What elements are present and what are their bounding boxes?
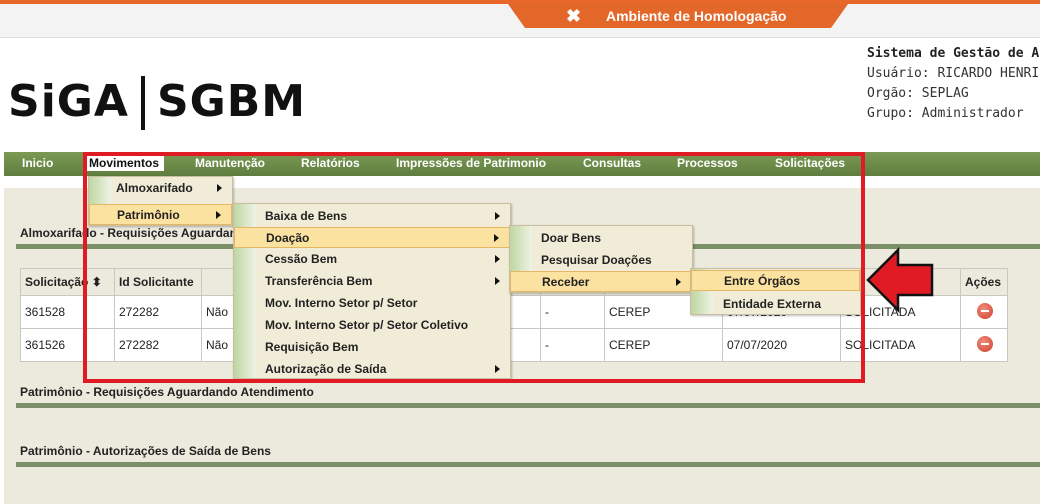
col-solicitacao[interactable]: Solicitação ⬍ — [20, 268, 115, 296]
dropdown-doacao: Doar Bens Pesquisar Doações Receber — [509, 225, 693, 293]
col-id-solicitante: Id Solicitante — [114, 268, 202, 296]
menu-item-pesquisar-doacoes[interactable]: Pesquisar Doações — [510, 249, 692, 270]
menu-processos[interactable]: Processos — [677, 156, 738, 170]
chevron-right-icon — [495, 276, 500, 285]
chevron-right-icon — [495, 211, 500, 220]
menu-item-patrimonio[interactable]: Patrimônio — [89, 204, 232, 225]
cell-flag: Não — [201, 328, 236, 362]
menu-item-receber[interactable]: Receber — [510, 271, 692, 292]
environment-label: Ambiente de Homologação — [606, 8, 787, 24]
menu-item-requisicao-bem[interactable]: Requisição Bem — [234, 336, 510, 357]
menu-item-mov-interno-setor[interactable]: Mov. Interno Setor p/ Setor — [234, 292, 510, 313]
dropdown-movimentos: Almoxarifado Patrimônio — [88, 176, 233, 226]
cell-solicitacao: 361528 — [20, 295, 115, 329]
group-info: Grupo: Administrador — [867, 106, 1024, 121]
section-divider — [16, 403, 1040, 408]
delete-icon[interactable] — [977, 335, 993, 352]
cell-acoes — [960, 328, 1008, 362]
cell-solicitacao: 361526 — [20, 328, 115, 362]
cell-data: 07/07/2020 — [722, 328, 841, 362]
dropdown-patrimonio: Baixa de Bens Doação Cessão Bem Transfer… — [233, 203, 511, 379]
section-title-autorizacoes: Patrimônio - Autorizações de Saída de Be… — [20, 444, 271, 458]
environment-banner: ✖ Ambiente de Homologação — [508, 4, 848, 28]
menu-item-transferencia-bem[interactable]: Transferência Bem — [234, 270, 510, 291]
menu-item-mov-interno-coletivo[interactable]: Mov. Interno Setor p/ Setor Coletivo — [234, 314, 510, 335]
cell-5: - — [540, 328, 605, 362]
chevron-right-icon — [495, 254, 500, 263]
cell-acoes — [960, 295, 1008, 329]
chevron-right-icon — [216, 210, 221, 219]
cell-id-solicitante: 272282 — [114, 295, 202, 329]
logo-divider — [140, 76, 145, 130]
menu-item-cessao-bem[interactable]: Cessão Bem — [234, 248, 510, 269]
cell-5: - — [540, 295, 605, 329]
menu-manutencao[interactable]: Manutenção — [195, 156, 265, 170]
menu-item-entidade-externa[interactable]: Entidade Externa — [691, 293, 860, 314]
section-title-patrimonio: Patrimônio - Requisições Aguardando Aten… — [20, 385, 314, 399]
menu-item-entre-orgaos[interactable]: Entre Órgãos — [691, 270, 860, 291]
org-info: Orgão: SEPLAG — [867, 86, 969, 101]
col-acoes: Ações — [960, 268, 1008, 296]
cell-id-solicitante: 272282 — [114, 328, 202, 362]
menu-item-almoxarifado[interactable]: Almoxarifado — [89, 177, 232, 198]
app-logo: SiGA SGBM — [8, 76, 306, 130]
chevron-right-icon — [495, 364, 500, 373]
menu-inicio[interactable]: Inicio — [22, 156, 53, 170]
section-divider — [16, 462, 1040, 467]
dropdown-receber: Entre Órgãos Entidade Externa — [690, 268, 861, 315]
tools-icon: ✖ — [566, 6, 582, 26]
menu-item-baixa-de-bens[interactable]: Baixa de Bens — [234, 205, 510, 226]
main-menubar: Inicio Movimentos Manutenção Relatórios … — [4, 152, 1040, 176]
menu-relatorios[interactable]: Relatórios — [301, 156, 360, 170]
pointer-arrow-icon — [866, 247, 934, 313]
menu-movimentos[interactable]: Movimentos — [84, 155, 165, 171]
cell-flag: Não — [201, 295, 236, 329]
chevron-right-icon — [494, 233, 499, 242]
menu-item-doacao[interactable]: Doação — [234, 227, 510, 248]
menu-item-autorizacao-saida[interactable]: Autorização de Saída — [234, 358, 510, 379]
cell-status: SOLICITADA — [840, 328, 961, 362]
cell-setor: CEREP — [604, 328, 723, 362]
menu-item-doar-bens[interactable]: Doar Bens — [510, 227, 692, 248]
user-info: Usuário: RICARDO HENRI — [867, 66, 1040, 81]
chevron-right-icon — [676, 277, 681, 286]
menu-impressoes[interactable]: Impressões de Patrimonio — [396, 156, 546, 170]
system-title: Sistema de Gestão de A — [867, 46, 1040, 61]
col-3 — [201, 268, 236, 296]
chevron-right-icon — [217, 183, 222, 192]
menu-consultas[interactable]: Consultas — [583, 156, 641, 170]
menu-solicitacoes[interactable]: Solicitações — [775, 156, 845, 170]
delete-icon[interactable] — [977, 302, 993, 319]
table-row: 361526 272282 Não - CEREP 07/07/2020 SOL… — [20, 328, 1008, 362]
logo-sgbm: SGBM — [156, 76, 307, 127]
logo-siga: SiGA — [8, 76, 129, 127]
system-info: Sistema de Gestão de A Usuário: RICARDO … — [867, 44, 1040, 124]
